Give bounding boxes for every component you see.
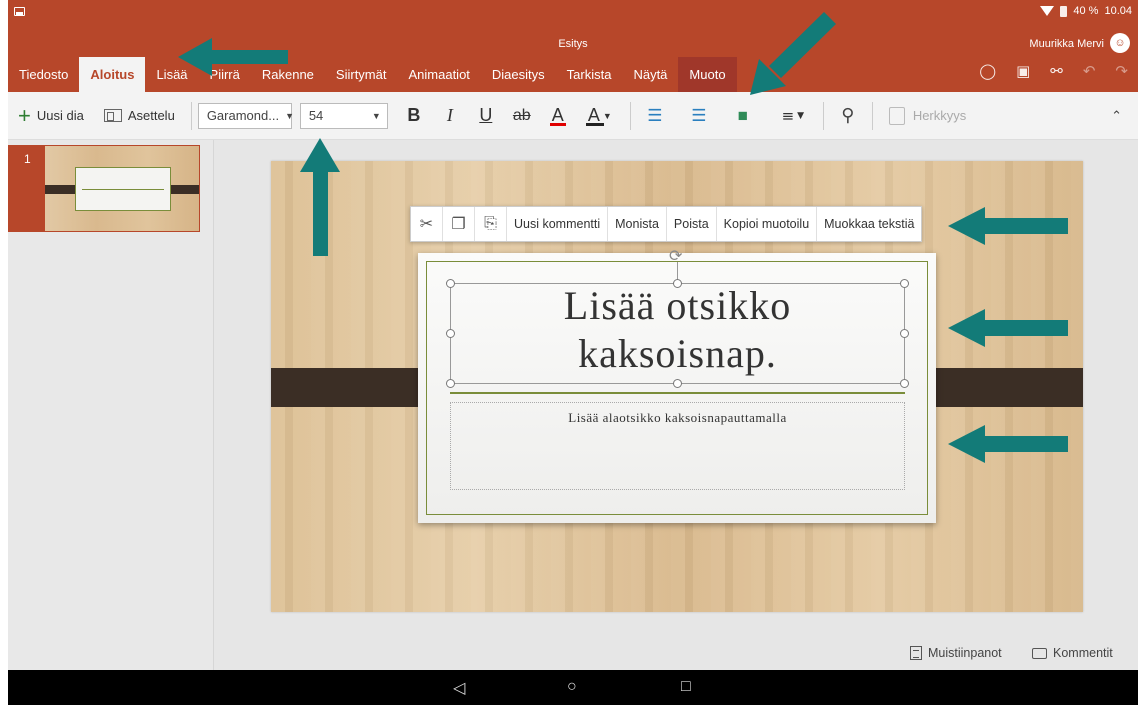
annotation-arrows xyxy=(178,12,1068,463)
arrow-icon xyxy=(178,38,288,76)
arrow-icon xyxy=(948,425,1068,463)
arrow-icon xyxy=(750,12,836,95)
arrow-icon xyxy=(300,138,340,256)
arrow-icon xyxy=(948,207,1068,245)
arrow-icon xyxy=(948,309,1068,347)
